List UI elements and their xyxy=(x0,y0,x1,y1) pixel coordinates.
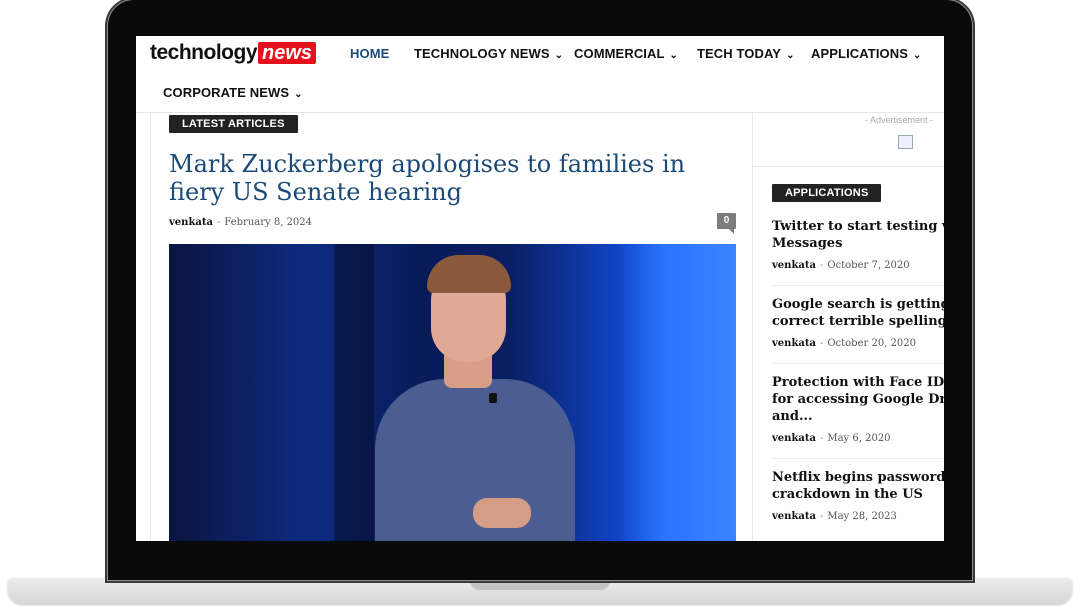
sidebar-article-title[interactable]: Google search is getting now correct ter… xyxy=(772,296,944,330)
sidebar-article-date: May 28, 2023 xyxy=(827,511,897,522)
nav-label: COMMERCIAL xyxy=(574,46,665,61)
nav-label: HOME xyxy=(350,46,390,61)
title-line: Protection with Face ID and xyxy=(772,375,944,390)
logo-text-news: news xyxy=(258,42,317,64)
nav-item-tech-today[interactable]: TECH TODAY ⌄ xyxy=(697,46,795,61)
content-border-left xyxy=(150,113,151,541)
chevron-down-icon: ⌄ xyxy=(669,50,679,61)
chevron-down-icon: ⌄ xyxy=(913,50,922,61)
title-line: crackdown in the US xyxy=(772,487,923,502)
hero-background-stripe xyxy=(334,244,374,541)
chevron-down-icon: ⌄ xyxy=(786,50,795,61)
meta-separator: - xyxy=(819,511,824,522)
sidebar-article-meta: venkata - October 7, 2020 xyxy=(772,260,910,271)
meta-separator: - xyxy=(216,217,221,228)
nav-label: APPLICATIONS xyxy=(811,46,909,61)
nav-label: TECHNOLOGY NEWS xyxy=(414,46,550,61)
hero-background-glow xyxy=(619,244,736,541)
content-border-sidebar xyxy=(752,113,753,541)
article-date: February 8, 2024 xyxy=(224,217,313,228)
article-title[interactable]: Mark Zuckerberg apologises to families i… xyxy=(169,150,739,206)
nav-label: TECH TODAY xyxy=(697,46,782,61)
nav-item-applications[interactable]: APPLICATIONS ⌄ xyxy=(811,46,922,61)
lapel-mic-icon xyxy=(489,393,497,403)
nav-label: CORPORATE NEWS xyxy=(163,85,290,100)
header-divider xyxy=(136,112,944,113)
sidebar-article-date: October 20, 2020 xyxy=(827,338,916,349)
meta-separator: - xyxy=(819,338,824,349)
sidebar-article-date: May 6, 2020 xyxy=(827,433,891,444)
sidebar-divider xyxy=(753,166,944,167)
article-author[interactable]: venkata xyxy=(169,217,213,228)
comment-count-badge[interactable]: 0 xyxy=(717,213,736,234)
sidebar-article-meta: venkata - May 6, 2020 xyxy=(772,433,891,444)
applications-badge: APPLICATIONS xyxy=(772,184,882,202)
hero-person-hands xyxy=(473,498,531,528)
browser-screen: technology news HOME TECHNOLOGY NEWS ⌄ CO… xyxy=(136,36,944,541)
sidebar-article-meta: venkata - May 28, 2023 xyxy=(772,511,897,522)
sidebar-article-title[interactable]: Netflix begins password sharing crackdow… xyxy=(772,469,944,503)
nav-item-corporate-news[interactable]: CORPORATE NEWS ⌄ xyxy=(163,85,303,100)
nav-item-commercial[interactable]: COMMERCIAL ⌄ xyxy=(574,46,678,61)
sidebar-item-divider xyxy=(772,363,944,364)
logo-text-technology: technology xyxy=(150,41,258,64)
title-line: Twitter to start testing voice xyxy=(772,219,944,234)
sidebar-article-author[interactable]: venkata xyxy=(772,433,816,444)
meta-separator: - xyxy=(819,260,824,271)
sidebar-item-divider xyxy=(772,285,944,286)
title-line: for accessing Google Drive xyxy=(772,392,944,407)
title-line: and... xyxy=(772,409,813,424)
title-line: Messages xyxy=(772,236,843,251)
sidebar-article-title[interactable]: Twitter to start testing voice Messages xyxy=(772,218,944,252)
title-line: correct terrible spellings xyxy=(772,314,944,329)
chevron-down-icon: ⌄ xyxy=(294,89,303,100)
nav-item-home[interactable]: HOME xyxy=(350,46,389,61)
article-meta: venkata - February 8, 2024 xyxy=(169,217,312,228)
sidebar-article-author[interactable]: venkata xyxy=(772,338,816,349)
site-logo[interactable]: technology news xyxy=(150,41,317,65)
sidebar-article-date: October 7, 2020 xyxy=(827,260,910,271)
advertisement-label: - Advertisement - xyxy=(865,115,934,125)
latest-articles-badge: LATEST ARTICLES xyxy=(169,115,298,133)
sidebar-article-author[interactable]: venkata xyxy=(772,260,816,271)
hero-person-hair xyxy=(427,255,511,293)
title-line: Google search is getting now xyxy=(772,297,944,312)
sidebar-article-title[interactable]: Protection with Face ID and for accessin… xyxy=(772,374,944,425)
nav-item-technology-news[interactable]: TECHNOLOGY NEWS ⌄ xyxy=(414,46,563,61)
article-hero-image[interactable] xyxy=(169,244,736,541)
chevron-down-icon: ⌄ xyxy=(554,50,564,61)
meta-separator: - xyxy=(819,433,824,444)
sidebar-item-divider xyxy=(772,458,944,459)
title-line: Netflix begins password sharing xyxy=(772,470,944,485)
sidebar-article-author[interactable]: venkata xyxy=(772,511,816,522)
sidebar-article-meta: venkata - October 20, 2020 xyxy=(772,338,916,349)
broken-image-icon[interactable] xyxy=(898,135,913,149)
